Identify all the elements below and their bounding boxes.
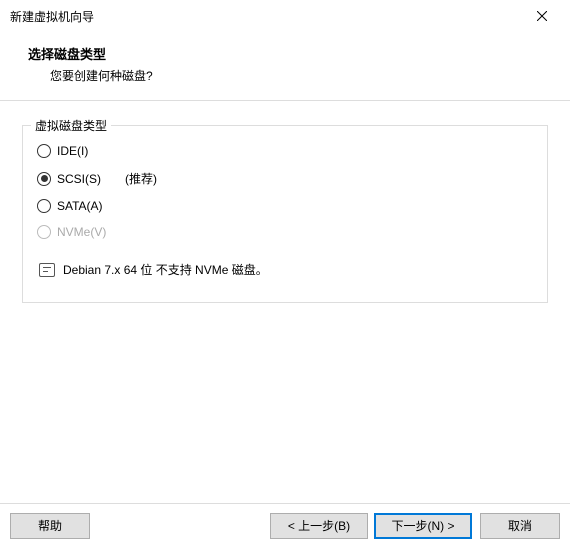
- wizard-header: 选择磁盘类型 您要创建何种磁盘?: [0, 32, 570, 100]
- recommended-label: (推荐): [125, 170, 157, 187]
- info-row: Debian 7.x 64 位 不支持 NVMe 磁盘。: [35, 243, 535, 282]
- close-button[interactable]: [522, 2, 562, 30]
- radio-label-sata: SATA(A): [57, 199, 103, 213]
- radio-label-scsi: SCSI(S): [57, 172, 101, 186]
- content-area: 虚拟磁盘类型 IDE(I) SCSI(S) (推荐) SATA(A) NVMe(…: [0, 101, 570, 313]
- cancel-button[interactable]: 取消: [480, 513, 560, 539]
- info-text: Debian 7.x 64 位 不支持 NVMe 磁盘。: [63, 261, 268, 278]
- radio-list: IDE(I) SCSI(S) (推荐) SATA(A) NVMe(V): [35, 140, 535, 243]
- radio-label-ide: IDE(I): [57, 144, 88, 158]
- window-title: 新建虚拟机向导: [10, 8, 94, 25]
- radio-icon: [37, 144, 51, 158]
- radio-icon: [37, 225, 51, 239]
- nav-button-group: < 上一步(B) 下一步(N) >: [270, 513, 472, 539]
- page-title: 选择磁盘类型: [28, 44, 542, 63]
- back-button[interactable]: < 上一步(B): [270, 513, 368, 539]
- footer: 帮助 < 上一步(B) 下一步(N) > 取消: [0, 503, 570, 547]
- titlebar: 新建虚拟机向导: [0, 0, 570, 32]
- next-button[interactable]: 下一步(N) >: [374, 513, 472, 539]
- help-button[interactable]: 帮助: [10, 513, 90, 539]
- radio-label-nvme: NVMe(V): [57, 225, 106, 239]
- page-subtitle: 您要创建何种磁盘?: [28, 67, 542, 84]
- radio-icon: [37, 172, 51, 186]
- radio-ide[interactable]: IDE(I): [37, 144, 533, 158]
- radio-icon: [37, 199, 51, 213]
- disk-type-group: 虚拟磁盘类型 IDE(I) SCSI(S) (推荐) SATA(A) NVMe(…: [22, 125, 548, 303]
- radio-sata[interactable]: SATA(A): [37, 199, 533, 213]
- radio-scsi[interactable]: SCSI(S) (推荐): [37, 170, 533, 187]
- close-icon: [537, 11, 547, 21]
- group-legend: 虚拟磁盘类型: [31, 117, 111, 134]
- radio-nvme: NVMe(V): [37, 225, 533, 239]
- info-icon: [39, 263, 55, 277]
